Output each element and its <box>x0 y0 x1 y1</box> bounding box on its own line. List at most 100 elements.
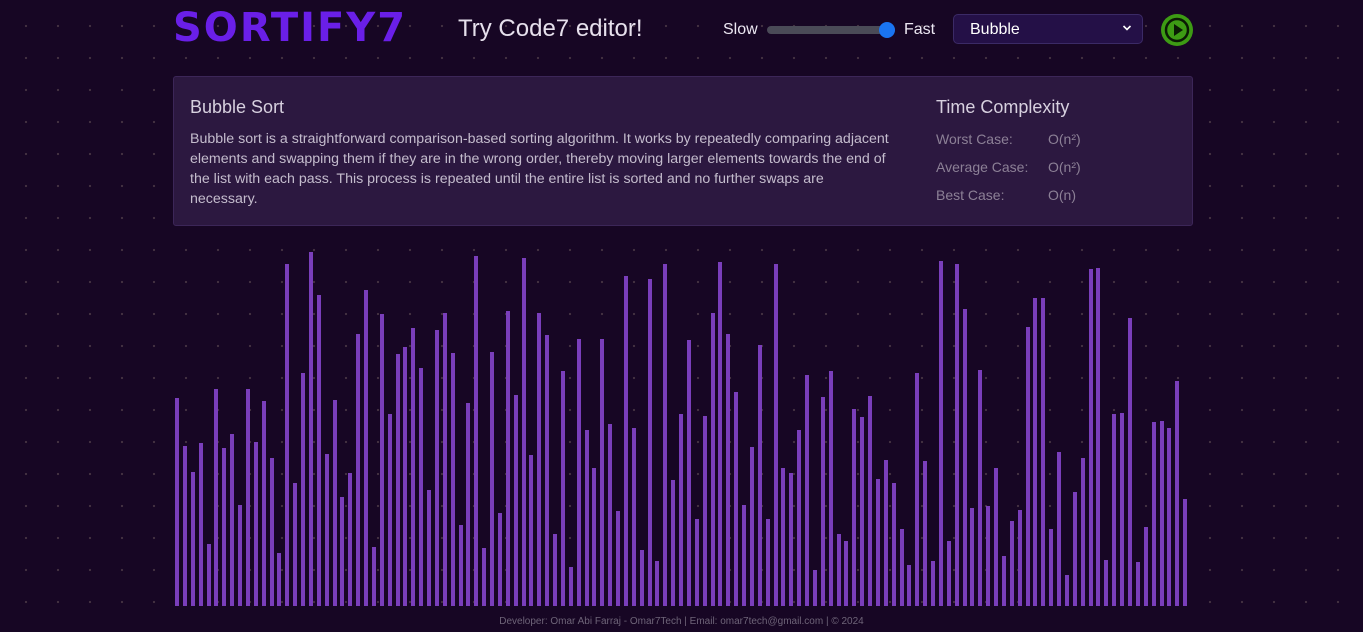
array-bar <box>521 258 526 606</box>
best-case-value: O(n) <box>1048 187 1076 203</box>
array-bar <box>442 312 447 606</box>
array-bar <box>986 506 991 606</box>
array-bar <box>576 339 581 606</box>
array-bar <box>789 473 794 606</box>
array-bar <box>206 544 211 606</box>
speed-slider-track <box>767 26 895 34</box>
array-bar <box>647 278 652 606</box>
array-bar <box>505 310 510 606</box>
algorithm-description: Bubble sort is a straightforward compari… <box>190 131 889 207</box>
array-bar <box>1096 267 1101 606</box>
array-bar <box>324 454 329 606</box>
array-bar <box>860 417 865 606</box>
array-bar <box>482 547 487 606</box>
array-bar <box>175 398 179 606</box>
app-logo: SORTIFY7 <box>173 5 408 51</box>
array-bar <box>702 416 707 606</box>
average-case-row: Average Case: O(n²) <box>936 159 1081 175</box>
array-bar <box>844 540 849 606</box>
array-bar <box>742 505 747 606</box>
array-bar <box>245 388 250 606</box>
array-bar <box>663 264 668 606</box>
array-bar <box>214 388 219 606</box>
worst-case-row: Worst Case: O(n²) <box>936 131 1081 147</box>
array-bar <box>639 550 644 606</box>
play-button[interactable] <box>1161 14 1193 46</box>
array-bar <box>899 528 904 606</box>
array-bar <box>718 261 723 606</box>
array-bar <box>1041 297 1046 606</box>
array-bar <box>773 264 778 606</box>
array-bar <box>1135 562 1140 606</box>
array-bar <box>805 374 810 606</box>
array-bar <box>371 546 376 606</box>
array-bar <box>403 347 408 606</box>
array-bar <box>1120 412 1125 606</box>
array-bar <box>592 468 597 606</box>
array-bar <box>1104 559 1109 606</box>
array-bar <box>757 344 762 606</box>
array-bar <box>749 447 754 606</box>
array-bar <box>1088 269 1093 606</box>
array-bar <box>836 533 841 606</box>
speed-slow-label: Slow <box>723 21 758 38</box>
array-bars-visualization <box>175 250 1191 606</box>
array-bar <box>545 335 550 606</box>
array-bar <box>812 570 817 606</box>
algorithm-title: Bubble Sort <box>190 97 285 117</box>
array-bar <box>182 445 187 606</box>
array-bar <box>616 511 621 606</box>
array-bar <box>513 394 518 606</box>
array-bar <box>553 533 558 606</box>
array-bar <box>490 352 495 606</box>
array-bar <box>765 519 770 606</box>
array-bar <box>301 373 306 606</box>
array-bar <box>308 252 313 606</box>
array-bar <box>1112 413 1117 606</box>
array-bar <box>828 371 833 606</box>
array-bar <box>316 295 321 606</box>
array-bar <box>411 328 416 606</box>
array-bar <box>883 460 888 606</box>
array-bar <box>537 312 542 606</box>
array-bar <box>1080 457 1085 606</box>
array-bar <box>466 403 471 606</box>
array-bar <box>970 507 975 606</box>
array-bar <box>623 276 628 606</box>
algorithm-select[interactable]: Bubble <box>953 14 1143 44</box>
play-icon <box>1164 17 1190 43</box>
array-bar <box>340 496 345 606</box>
array-bar <box>1167 428 1172 606</box>
average-case-label: Average Case: <box>936 159 1029 175</box>
array-bar <box>395 354 400 606</box>
array-bar <box>190 471 195 606</box>
try-code7-editor-link[interactable]: Try Code7 editor! <box>458 14 643 44</box>
array-bar <box>285 264 290 606</box>
array-bar <box>600 339 605 606</box>
array-bar <box>694 519 699 606</box>
array-bar <box>923 461 928 606</box>
array-bar <box>230 433 235 606</box>
array-bar <box>560 371 565 606</box>
array-bar <box>529 455 534 606</box>
array-bar <box>269 457 274 606</box>
array-bar <box>978 369 983 606</box>
chevron-down-icon <box>1122 25 1132 31</box>
array-bar <box>1151 422 1156 606</box>
array-bar <box>868 396 873 606</box>
array-bar <box>1001 556 1006 606</box>
array-bar <box>938 260 943 606</box>
speed-slider-thumb[interactable] <box>879 22 895 38</box>
array-bar <box>686 340 691 606</box>
array-bar <box>891 482 896 606</box>
array-bar <box>332 399 337 606</box>
array-bar <box>568 566 573 606</box>
array-bar <box>1033 297 1038 606</box>
array-bar <box>852 409 857 606</box>
array-bar <box>1009 520 1014 606</box>
array-bar <box>1143 526 1148 606</box>
array-bar <box>946 540 951 606</box>
array-bar <box>348 473 353 606</box>
array-bar <box>427 489 432 606</box>
speed-slider[interactable] <box>767 22 895 38</box>
